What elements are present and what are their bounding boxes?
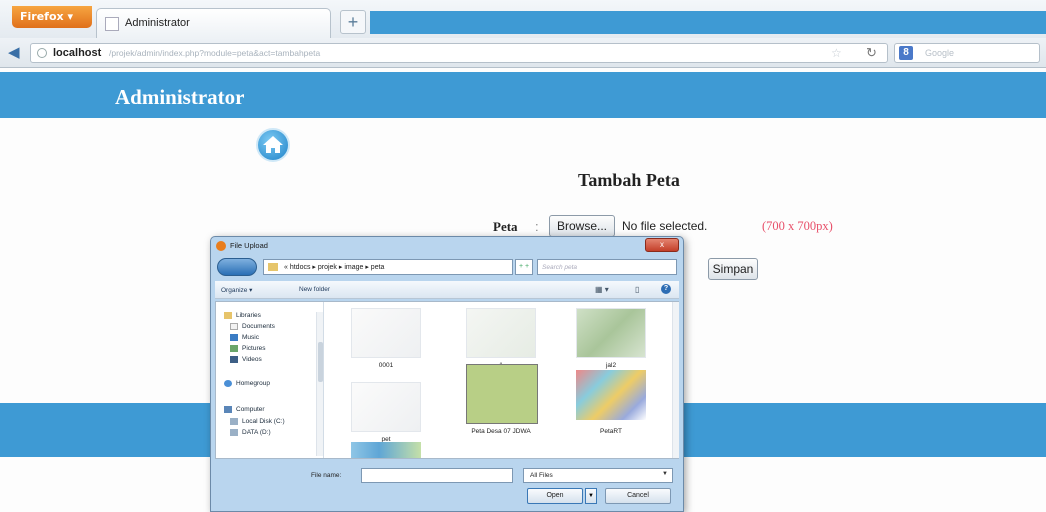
dialog-path-bar[interactable]: « htdocs ▸ projek ▸ image ▸ peta — [263, 259, 513, 275]
videos-icon — [230, 356, 238, 363]
file-name[interactable]: PetaRT — [566, 428, 656, 435]
firefox-icon — [216, 241, 226, 251]
chevron-down-icon[interactable]: ▼ — [662, 471, 668, 477]
search-placeholder: Google — [925, 48, 955, 58]
nav-item-pictures[interactable]: Pictures — [242, 345, 265, 352]
new-folder-button[interactable]: New folder — [299, 286, 330, 293]
file-thumbnail[interactable] — [466, 308, 536, 358]
file-name-label: File name: — [311, 472, 342, 479]
organize-menu[interactable]: Organize ▾ — [221, 286, 252, 294]
nav-item-homegroup[interactable]: Homegroup — [236, 380, 270, 387]
open-dropdown-icon[interactable]: ▼ — [585, 488, 597, 504]
page-title: Tambah Peta — [578, 170, 680, 190]
dialog-titlebar[interactable]: File Upload x — [211, 237, 683, 255]
file-name[interactable]: Peta Desa 07 JDWA — [456, 428, 546, 435]
nav-item-documents[interactable]: Documents — [242, 323, 275, 330]
file-type-select[interactable]: All Files ▼ — [523, 468, 673, 483]
file-list: 0001 1 jal2 pet Peta Desa 07 JDWA PetaRT — [326, 302, 676, 458]
preview-pane-icon[interactable]: ▯ — [635, 285, 639, 294]
simpan-button[interactable]: Simpan — [708, 258, 758, 280]
tab-strip-background — [370, 11, 1046, 34]
search-bar[interactable]: 8 Google — [894, 43, 1040, 63]
refresh-icon[interactable]: + + — [515, 259, 533, 275]
nav-item-local-disk[interactable]: Local Disk (C:) — [242, 418, 285, 425]
file-name[interactable]: jal2 — [566, 362, 656, 369]
url-bar[interactable]: localhost /projek/admin/index.php?module… — [30, 43, 888, 63]
file-thumbnail[interactable] — [351, 382, 421, 432]
back-forward-icon[interactable] — [217, 258, 257, 276]
nav-item-music[interactable]: Music — [242, 334, 259, 341]
site-identity-icon[interactable] — [37, 48, 47, 58]
cancel-button[interactable]: Cancel — [605, 488, 671, 504]
navigation-toolbar: ◀ localhost /projek/admin/index.php?modu… — [0, 38, 1046, 68]
file-thumbnail[interactable] — [466, 364, 538, 424]
new-tab-button[interactable]: + — [340, 10, 366, 34]
bookmark-star-icon[interactable]: ☆ — [831, 46, 842, 60]
page-favicon-icon — [105, 17, 119, 31]
music-icon — [230, 334, 238, 341]
navigation-pane: Libraries Documents Music Pictures Video… — [216, 302, 324, 458]
peta-field-label: Peta — [493, 219, 518, 234]
file-list-scrollbar[interactable] — [672, 302, 679, 458]
nav-item-videos[interactable]: Videos — [242, 356, 262, 363]
nav-item-computer[interactable]: Computer — [236, 406, 265, 413]
dialog-toolbar: Organize ▾ New folder ▦ ▾ ▯ ? — [215, 281, 679, 299]
dialog-bottom-panel: File name: All Files ▼ Open ▼ Cancel — [215, 463, 679, 509]
nav-scrollbar[interactable] — [316, 312, 323, 456]
file-thumbnail[interactable] — [351, 442, 421, 458]
size-hint: (700 x 700px) — [762, 219, 833, 233]
drive-icon — [230, 418, 238, 425]
dialog-body: Libraries Documents Music Pictures Video… — [215, 301, 679, 459]
reload-icon[interactable]: ↻ — [866, 45, 877, 61]
file-status-text: No file selected. — [622, 219, 708, 233]
dialog-search-input[interactable]: Search peta — [537, 259, 677, 275]
dialog-address-row: « htdocs ▸ projek ▸ image ▸ peta + + Sea… — [215, 257, 679, 277]
file-upload-dialog: File Upload x « htdocs ▸ projek ▸ image … — [210, 236, 684, 512]
file-name-input[interactable] — [361, 468, 513, 483]
file-thumbnail[interactable] — [576, 308, 646, 358]
browser-tab[interactable]: Administrator — [96, 8, 331, 38]
open-button[interactable]: Open — [527, 488, 583, 504]
help-icon[interactable]: ? — [661, 284, 671, 294]
browser-tab-bar: Firefox ▾ Administrator + — [0, 0, 1046, 38]
field-separator: : — [535, 219, 539, 234]
file-thumbnail[interactable] — [351, 308, 421, 358]
dialog-close-button[interactable]: x — [645, 238, 679, 252]
file-thumbnail[interactable] — [576, 370, 646, 420]
nav-item-libraries[interactable]: Libraries — [236, 312, 261, 319]
computer-icon — [224, 406, 232, 413]
file-type-value: All Files — [530, 472, 553, 479]
firefox-menu-button[interactable]: Firefox ▾ — [12, 6, 92, 28]
google-icon[interactable]: 8 — [899, 46, 913, 60]
dialog-title: File Upload — [230, 241, 268, 250]
nav-scrollbar-thumb[interactable] — [318, 342, 323, 382]
browse-button[interactable]: Browse... — [549, 215, 615, 237]
url-host: localhost — [53, 47, 102, 59]
library-icon — [224, 312, 232, 319]
dialog-path-text: « htdocs ▸ projek ▸ image ▸ peta — [284, 264, 385, 271]
drive-icon — [230, 429, 238, 436]
url-path: /projek/admin/index.php?module=peta&act=… — [109, 48, 321, 58]
file-name[interactable]: 0001 — [341, 362, 431, 369]
documents-icon — [230, 323, 238, 330]
back-arrow-icon[interactable]: ◀ — [8, 45, 26, 61]
homegroup-icon — [224, 380, 232, 387]
view-options-icon[interactable]: ▦ ▾ — [595, 285, 609, 294]
firefox-menu-label: Firefox — [20, 10, 64, 23]
site-title: Administrator — [115, 85, 245, 109]
home-icon[interactable] — [256, 128, 290, 162]
nav-item-data-drive[interactable]: DATA (D:) — [242, 429, 271, 436]
folder-icon — [268, 263, 278, 271]
pictures-icon — [230, 345, 238, 352]
tab-title: Administrator — [125, 17, 190, 29]
